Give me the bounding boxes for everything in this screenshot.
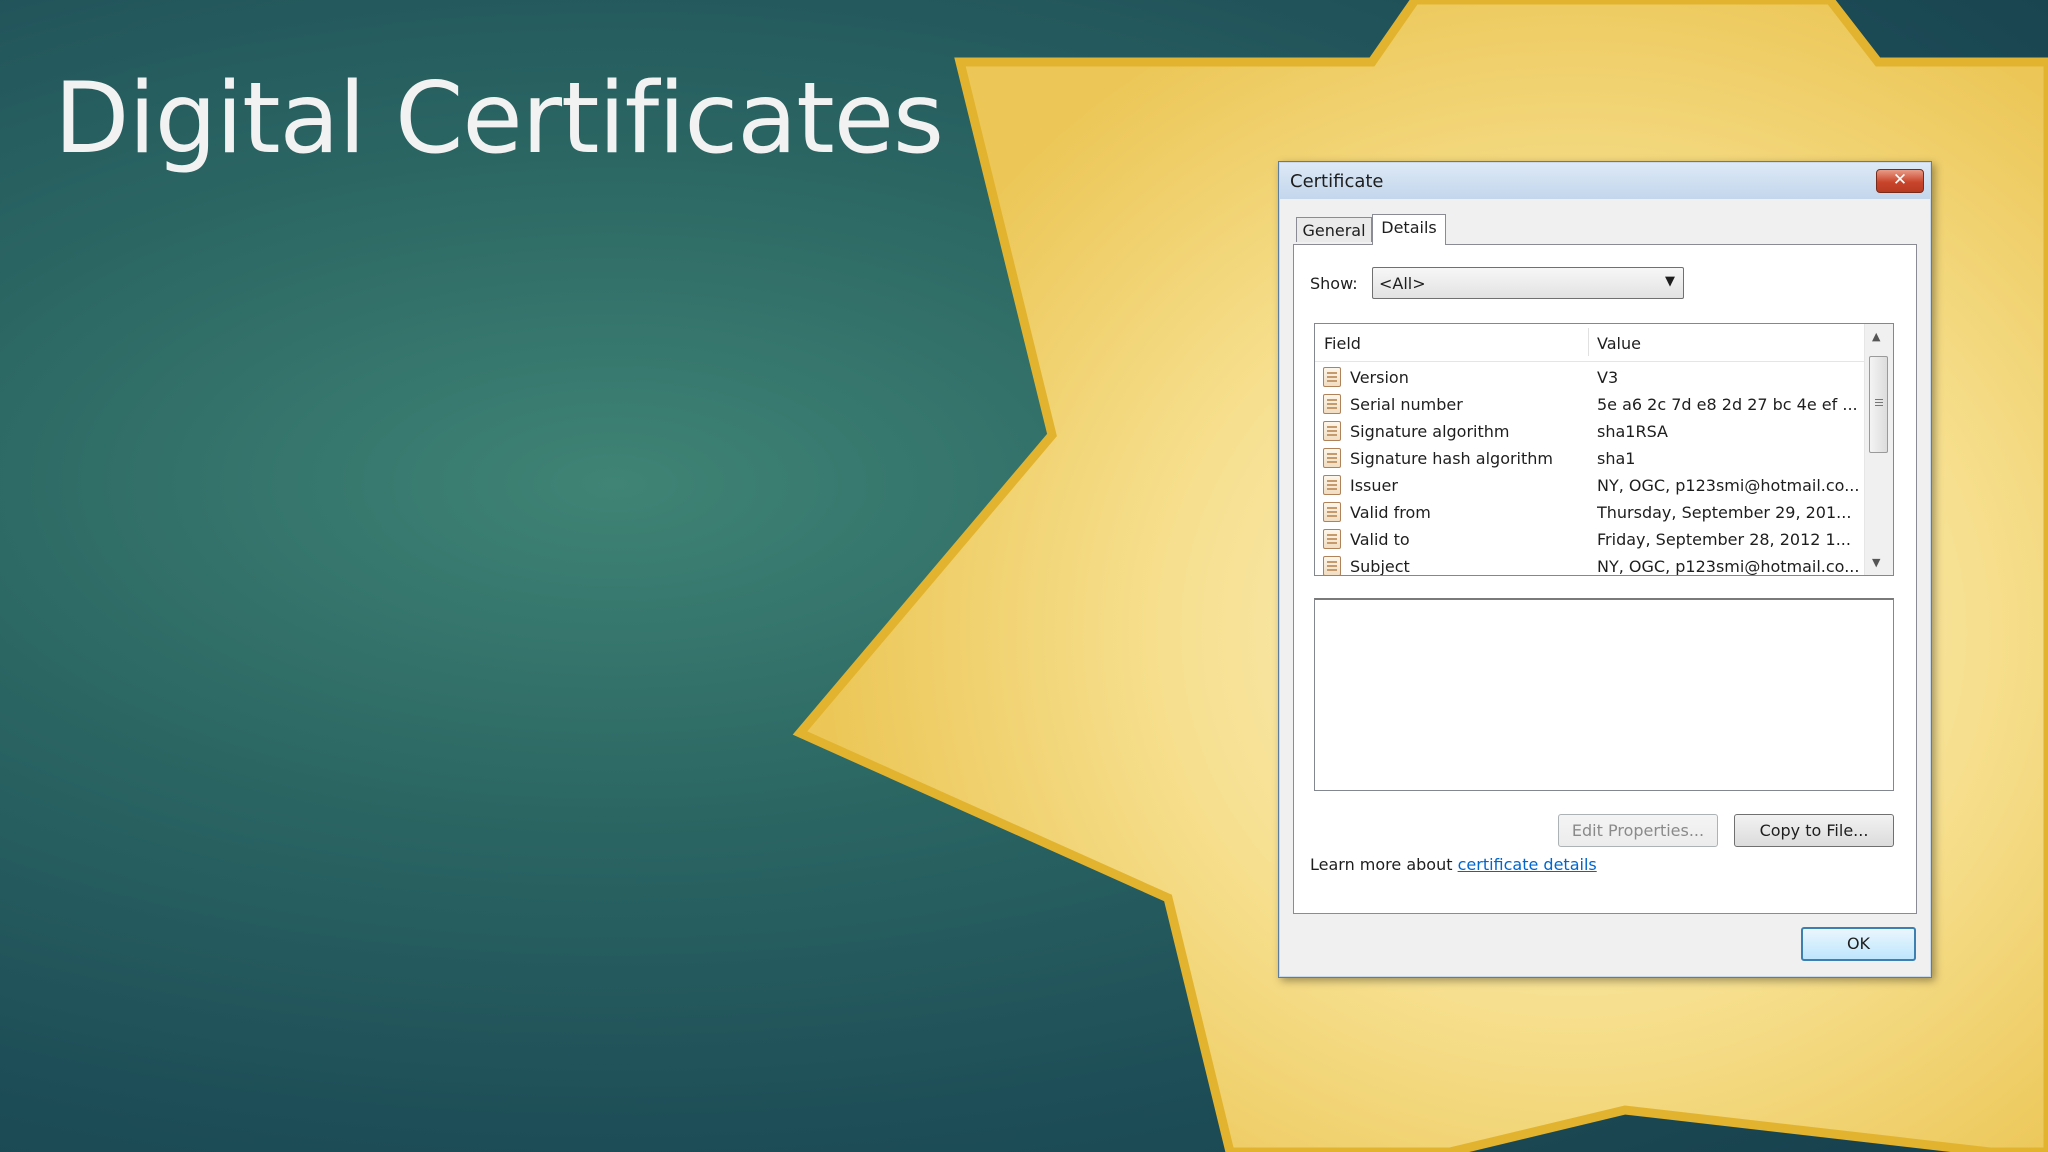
details-tab-panel: Show: <All> ▼ Field Value Version V3 Ser…	[1293, 244, 1917, 914]
certificate-field-icon	[1323, 394, 1341, 414]
list-rows: Version V3 Serial number 5e a6 2c 7d e8 …	[1315, 364, 1866, 576]
row-field: Serial number	[1350, 395, 1463, 414]
value-detail-textbox[interactable]	[1314, 598, 1894, 791]
row-field: Version	[1350, 368, 1409, 387]
slide-title: Digital Certificates	[54, 62, 944, 176]
row-field: Signature algorithm	[1350, 422, 1510, 441]
grip-icon	[1875, 399, 1883, 400]
certificate-field-icon	[1323, 529, 1341, 549]
certificate-dialog: Certificate ✕ General Details Show: <All…	[1278, 161, 1932, 978]
row-field: Valid to	[1350, 530, 1410, 549]
row-field: Valid from	[1350, 503, 1431, 522]
row-field: Signature hash algorithm	[1350, 449, 1553, 468]
row-field: Subject	[1350, 557, 1410, 576]
scroll-down-arrow-icon[interactable]: ▼	[1872, 556, 1880, 569]
tab-details[interactable]: Details	[1372, 214, 1446, 245]
row-value: 5e a6 2c 7d e8 2d 27 bc 4e ef ...	[1597, 395, 1858, 414]
copy-to-file-button[interactable]: Copy to File...	[1734, 814, 1894, 847]
scroll-thumb[interactable]	[1869, 356, 1888, 453]
certificate-field-icon	[1323, 421, 1341, 441]
learn-more-text: Learn more about certificate details	[1310, 855, 1597, 874]
list-row-subject[interactable]: Subject NY, OGC, p123smi@hotmail.co...	[1315, 553, 1866, 576]
row-value: Thursday, September 29, 201...	[1597, 503, 1852, 522]
scroll-up-arrow-icon[interactable]: ▲	[1872, 330, 1880, 343]
certificate-field-icon	[1323, 475, 1341, 495]
list-row-valid-to[interactable]: Valid to Friday, September 28, 2012 1...	[1315, 526, 1866, 553]
row-value: sha1	[1597, 449, 1636, 468]
close-button[interactable]: ✕	[1876, 169, 1924, 193]
edit-properties-button[interactable]: Edit Properties...	[1558, 814, 1718, 847]
close-icon: ✕	[1892, 170, 1908, 190]
row-value: sha1RSA	[1597, 422, 1668, 441]
row-value: NY, OGC, p123smi@hotmail.co...	[1597, 476, 1860, 495]
certificate-field-icon	[1323, 556, 1341, 575]
list-row-issuer[interactable]: Issuer NY, OGC, p123smi@hotmail.co...	[1315, 472, 1866, 499]
column-header-field[interactable]: Field	[1324, 334, 1361, 353]
row-value: V3	[1597, 368, 1619, 387]
list-row-signature-algorithm[interactable]: Signature algorithm sha1RSA	[1315, 418, 1866, 445]
dialog-titlebar[interactable]: Certificate ✕	[1280, 163, 1930, 199]
ok-button[interactable]: OK	[1801, 927, 1916, 961]
certificate-details-link[interactable]: certificate details	[1458, 855, 1597, 874]
row-field: Issuer	[1350, 476, 1398, 495]
column-header-value[interactable]: Value	[1597, 334, 1641, 353]
show-label: Show:	[1310, 274, 1358, 293]
dialog-title: Certificate	[1290, 171, 1384, 192]
list-row-valid-from[interactable]: Valid from Thursday, September 29, 201..…	[1315, 499, 1866, 526]
vertical-scrollbar[interactable]: ▲ ▼	[1864, 324, 1893, 575]
list-row-signature-hash-algorithm[interactable]: Signature hash algorithm sha1	[1315, 445, 1866, 472]
row-value: Friday, September 28, 2012 1...	[1597, 530, 1851, 549]
certificate-field-icon	[1323, 502, 1341, 522]
field-value-list[interactable]: Field Value Version V3 Serial number 5e …	[1314, 323, 1894, 576]
list-row-serial-number[interactable]: Serial number 5e a6 2c 7d e8 2d 27 bc 4e…	[1315, 391, 1866, 418]
column-separator[interactable]	[1588, 328, 1589, 356]
show-dropdown-value: <All>	[1379, 274, 1426, 293]
list-header: Field Value	[1315, 324, 1866, 362]
dropdown-arrow-icon: ▼	[1665, 274, 1675, 289]
show-dropdown[interactable]: <All> ▼	[1372, 267, 1684, 299]
certificate-field-icon	[1323, 448, 1341, 468]
certificate-field-icon	[1323, 367, 1341, 387]
list-row-version[interactable]: Version V3	[1315, 364, 1866, 391]
row-value: NY, OGC, p123smi@hotmail.co...	[1597, 557, 1860, 576]
tab-general[interactable]: General	[1296, 217, 1372, 242]
learn-more-prefix: Learn more about	[1310, 855, 1458, 874]
